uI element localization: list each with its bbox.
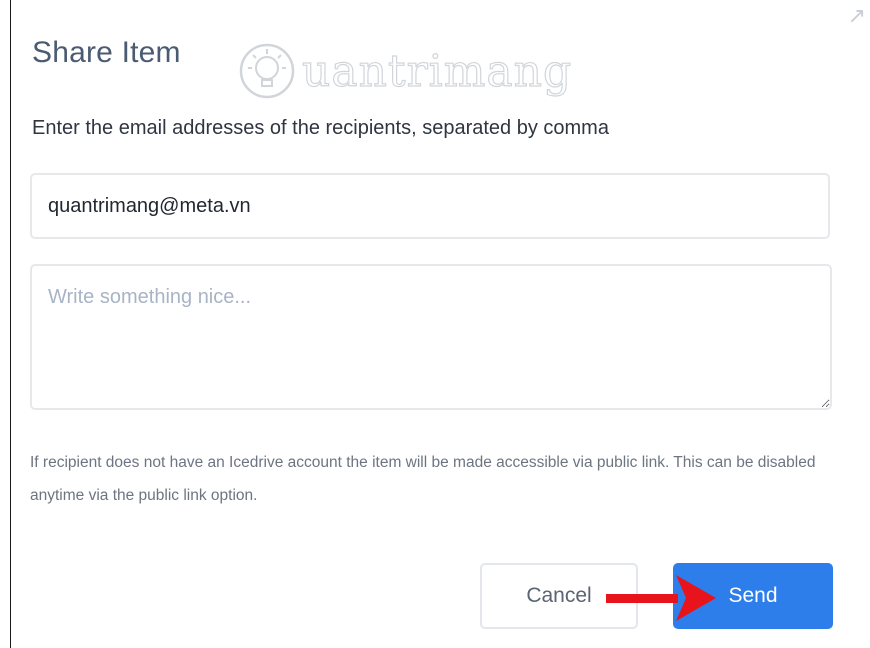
watermark-text: uantrimang	[301, 45, 573, 97]
watermark: uantrimang	[238, 36, 572, 106]
dialog-title: Share Item	[32, 36, 181, 69]
red-arrow-icon	[606, 575, 716, 621]
window-edge	[10, 0, 11, 648]
message-textarea[interactable]	[30, 264, 832, 410]
public-link-notice: If recipient does not have an Icedrive a…	[30, 454, 816, 504]
cancel-button-label: Cancel	[526, 584, 592, 607]
close-icon[interactable]: ↗	[848, 6, 866, 28]
recipients-instruction: Enter the email addresses of the recipie…	[32, 117, 609, 139]
share-item-dialog: ↗ Share Item uantrimang Enter the email …	[0, 0, 870, 648]
recipients-email-input[interactable]	[30, 173, 830, 239]
watermark-logo-icon	[239, 43, 295, 99]
send-button-label: Send	[728, 584, 778, 607]
